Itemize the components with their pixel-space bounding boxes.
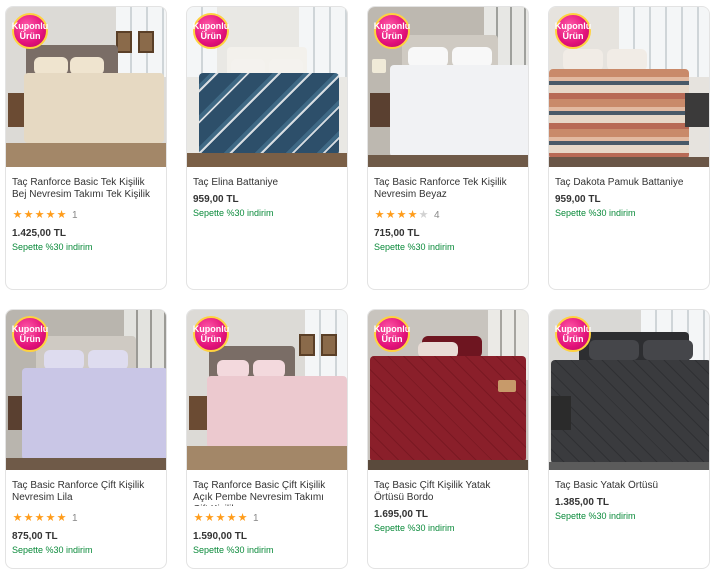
product-image[interactable]: Kuponlu Ürün: [187, 310, 347, 470]
star-icon: ★: [385, 208, 396, 221]
star-icon: ★: [45, 511, 56, 524]
product-title[interactable]: Taç Ranforce Basic Tek Kişilik Bej Nevre…: [12, 177, 160, 203]
product-price: 959,00 TL: [555, 194, 601, 205]
coupon-badge: Kuponlu Ürün: [193, 13, 229, 49]
star-icon: ★: [34, 511, 45, 524]
product-card[interactable]: Kuponlu Ürün Taç Dakota Pamuk Battaniye 9…: [548, 6, 710, 290]
coupon-badge: Kuponlu Ürün: [12, 13, 48, 49]
coupon-badge: Kuponlu Ürün: [374, 316, 410, 352]
product-title[interactable]: Taç Basic Ranforce Çift Kişilik Nevresim…: [12, 480, 160, 506]
star-icon: ★: [193, 511, 204, 524]
rating-count: 1: [72, 512, 78, 524]
coupon-badge: Kuponlu Ürün: [555, 316, 591, 352]
star-icon: ★: [45, 208, 56, 221]
rating: ★ ★ ★ ★ ★ 1: [193, 512, 341, 524]
product-price: 959,00 TL: [193, 194, 239, 205]
star-icon: ★: [12, 208, 23, 221]
basket-discount: Sepette %30 indirim: [193, 545, 274, 555]
star-icon: ★: [237, 511, 248, 524]
product-title[interactable]: Taç Elina Battaniye: [193, 177, 341, 191]
product-card[interactable]: Kuponlu Ürün Taç Elina Battaniye 959,00 T…: [186, 6, 348, 290]
product-card[interactable]: Kuponlu Ürün Taç Basic Ranforce Çift Kişi…: [5, 309, 167, 569]
coupon-badge: Kuponlu Ürün: [12, 316, 48, 352]
product-title[interactable]: Taç Basic Yatak Örtüsü: [555, 480, 703, 494]
star-icon: ★: [204, 511, 215, 524]
star-icon: ★: [407, 208, 418, 221]
product-card[interactable]: Kuponlu Ürün Taç Basic Yatak Örtüsü 1.385…: [548, 309, 710, 569]
product-grid: Kuponlu Ürün Taç Ranforce Basic Tek Kişil…: [0, 0, 720, 569]
product-title[interactable]: Taç Basic Ranforce Tek Kişilik Nevresim …: [374, 177, 522, 203]
star-icon: ★: [396, 208, 407, 221]
product-image[interactable]: Kuponlu Ürün: [549, 310, 709, 470]
rating-count: 1: [72, 209, 78, 221]
product-price: 1.385,00 TL: [555, 497, 609, 508]
basket-discount: Sepette %30 indirim: [374, 523, 455, 533]
basket-discount: Sepette %30 indirim: [193, 208, 274, 218]
product-card[interactable]: Kuponlu Ürün Taç Ranforce Basic Tek Kişil…: [5, 6, 167, 290]
product-image[interactable]: Kuponlu Ürün: [549, 7, 709, 167]
product-image[interactable]: Kuponlu Ürün: [368, 7, 528, 167]
product-title[interactable]: Taç Ranforce Basic Çift Kişilik Açık Pem…: [193, 480, 341, 506]
product-card[interactable]: Kuponlu Ürün Taç Basic Ranforce Tek Kişil…: [367, 6, 529, 290]
star-icon: ★: [215, 511, 226, 524]
product-price: 1.425,00 TL: [12, 228, 66, 239]
product-image[interactable]: Kuponlu Ürün: [6, 310, 166, 470]
coupon-badge: Kuponlu Ürün: [193, 316, 229, 352]
rating-count: 4: [434, 209, 440, 221]
star-icon: ★: [374, 208, 385, 221]
product-title[interactable]: Taç Basic Çift Kişilik Yatak Örtüsü Bord…: [374, 480, 522, 506]
star-icon: ★: [418, 208, 429, 221]
rating-count: 1: [253, 512, 259, 524]
product-image[interactable]: Kuponlu Ürün: [368, 310, 528, 470]
rating: ★ ★ ★ ★ ★ 4: [374, 209, 522, 221]
product-title[interactable]: Taç Dakota Pamuk Battaniye: [555, 177, 703, 191]
star-icon: ★: [226, 511, 237, 524]
star-icon: ★: [23, 511, 34, 524]
product-card[interactable]: Kuponlu Ürün Taç Ranforce Basic Çift Kişi…: [186, 309, 348, 569]
rating: ★ ★ ★ ★ ★ 1: [12, 209, 160, 221]
product-image[interactable]: Kuponlu Ürün: [187, 7, 347, 167]
product-card[interactable]: Kuponlu Ürün Taç Basic Çift Kişilik Yatak…: [367, 309, 529, 569]
product-price: 715,00 TL: [374, 228, 420, 239]
star-icon: ★: [23, 208, 34, 221]
product-price: 1.590,00 TL: [193, 531, 247, 542]
product-price: 1.695,00 TL: [374, 509, 428, 520]
star-icon: ★: [34, 208, 45, 221]
product-price: 875,00 TL: [12, 531, 58, 542]
basket-discount: Sepette %30 indirim: [12, 242, 93, 252]
basket-discount: Sepette %30 indirim: [555, 208, 636, 218]
rating: ★ ★ ★ ★ ★ 1: [12, 512, 160, 524]
star-icon: ★: [56, 208, 67, 221]
basket-discount: Sepette %30 indirim: [555, 511, 636, 521]
coupon-badge: Kuponlu Ürün: [374, 13, 410, 49]
basket-discount: Sepette %30 indirim: [374, 242, 455, 252]
star-icon: ★: [56, 511, 67, 524]
basket-discount: Sepette %30 indirim: [12, 545, 93, 555]
coupon-badge: Kuponlu Ürün: [555, 13, 591, 49]
product-image[interactable]: Kuponlu Ürün: [6, 7, 166, 167]
star-icon: ★: [12, 511, 23, 524]
